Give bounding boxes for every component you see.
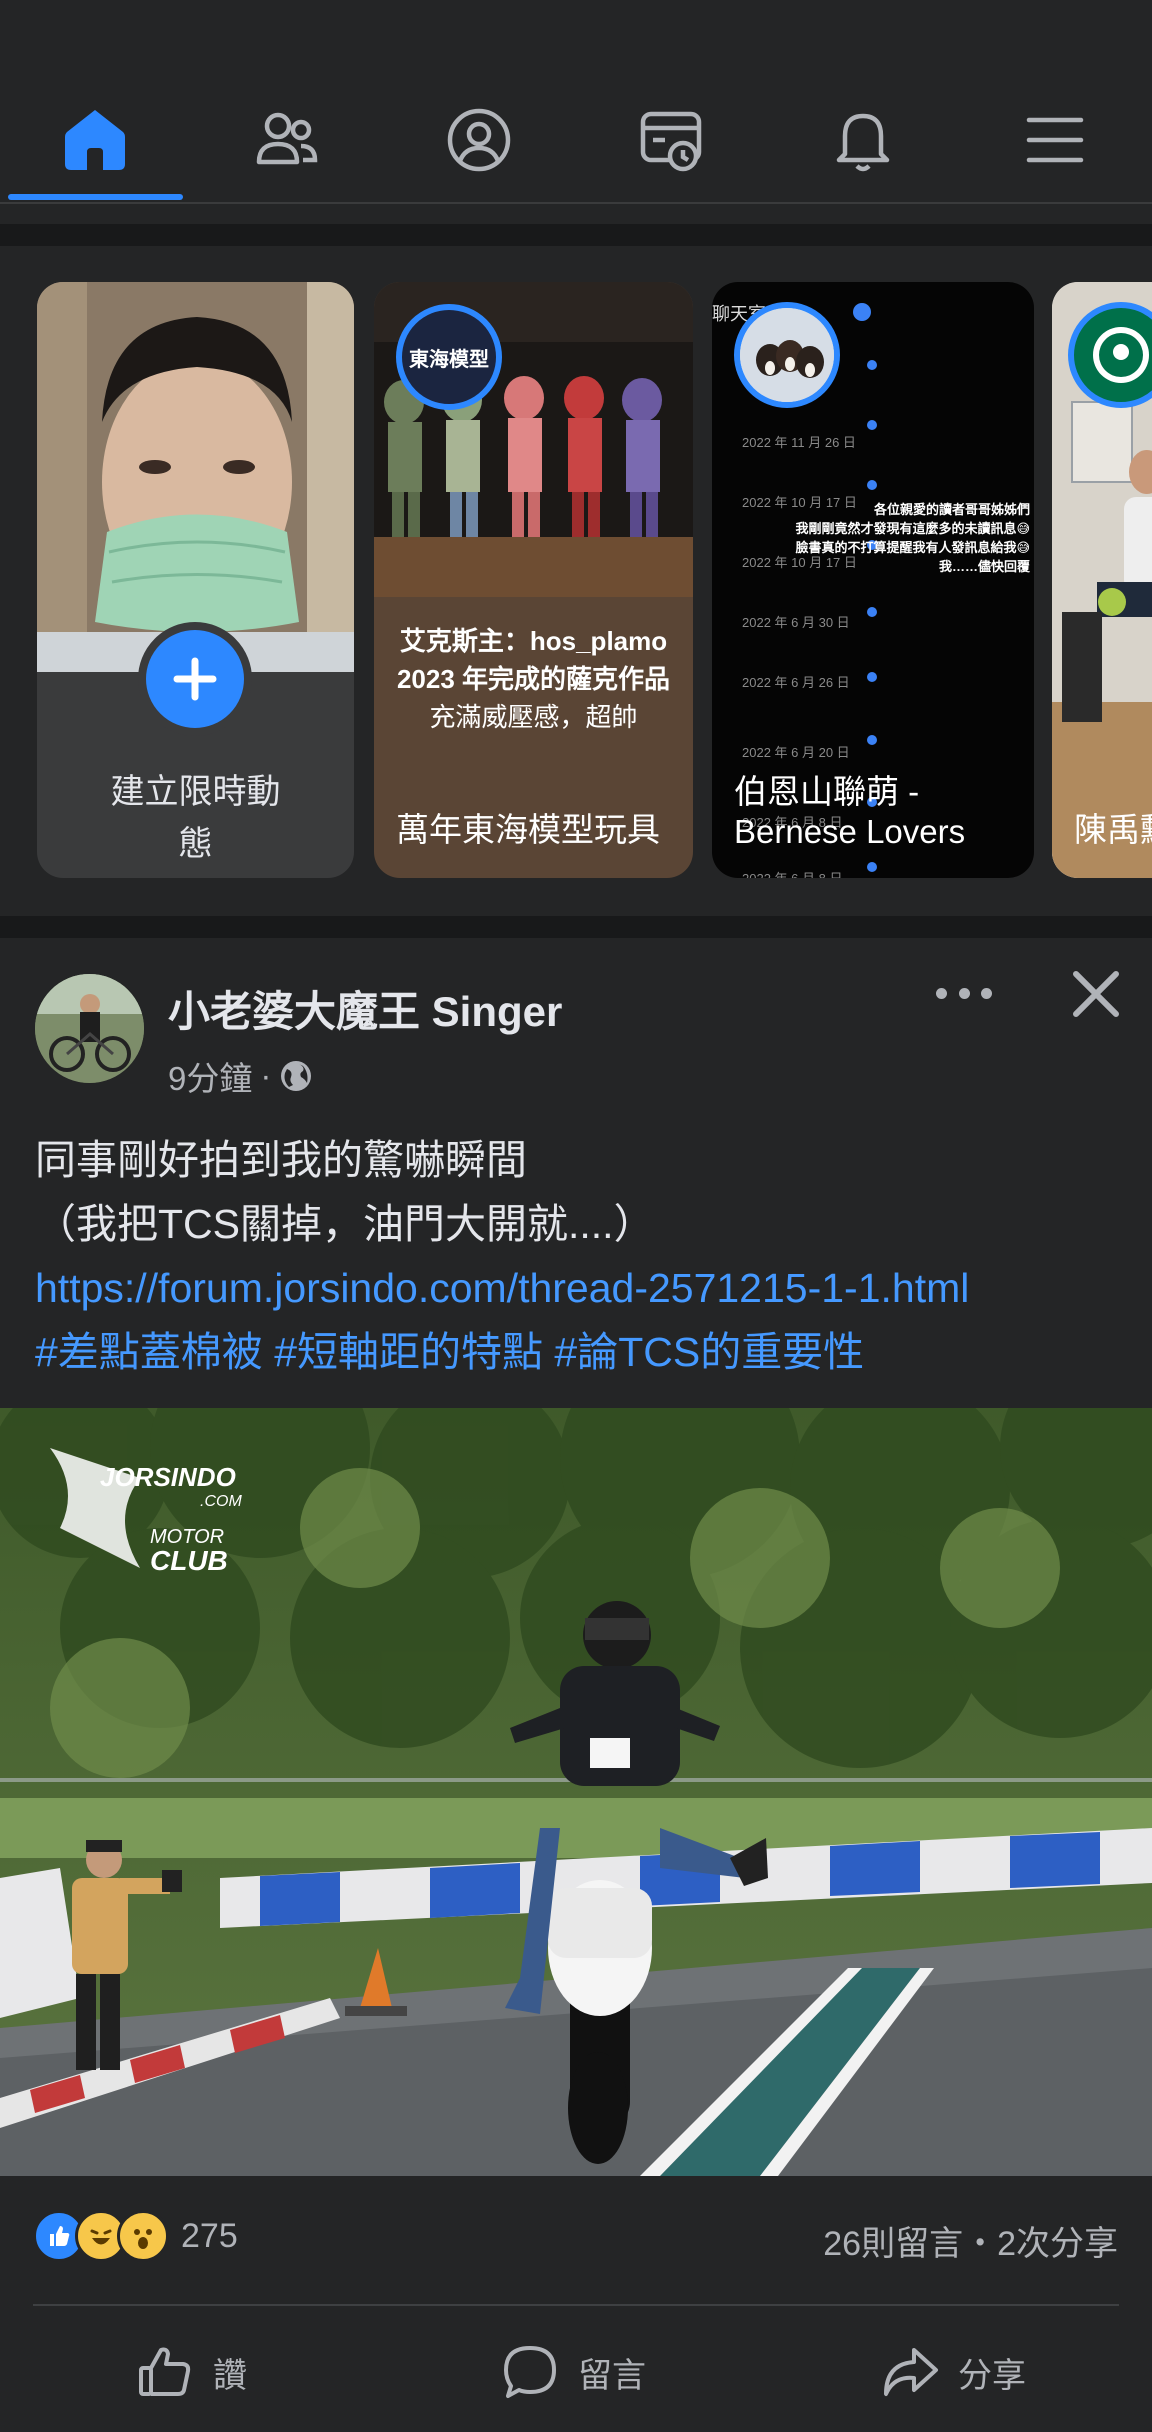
share-button[interactable]: 分享 [880,2334,1026,2410]
post-hashtags[interactable]: #差點蓋棉被 #短軸距的特點 #論TCS的重要性 [35,1320,1125,1384]
post-photo[interactable]: JORSINDO .COM MOTOR CLUB [0,1408,1152,2176]
post-text-line: 同事剛好拍到我的驚嚇瞬間 [35,1137,527,1183]
create-story-card[interactable]: 建立限時動態 [37,282,354,878]
reaction-summary[interactable]: 275 [33,2209,238,2263]
post-time[interactable]: 9分鐘 [168,1052,252,1100]
plus-icon [173,657,217,701]
user-photo [37,282,354,672]
starbucks-logo [1075,309,1152,401]
top-navigation-bar [0,0,1152,224]
dog-photo [740,308,834,402]
avatar[interactable] [35,974,144,1083]
nav-tab-profile[interactable] [434,95,524,185]
like-label: 讚 [213,2356,247,2395]
post-author-name[interactable]: 小老婆大魔王 Singer [168,978,562,1039]
nav-tab-notifications[interactable] [818,95,908,185]
svg-text:JORSINDO: JORSINDO [100,1462,236,1492]
share-label: 分享 [958,2356,1026,2395]
comment-button[interactable]: 留言 [500,2334,646,2410]
story-card[interactable]: 聊天室 2022 年 11 月 26 日 2022 年 10 月 17 日 20… [712,282,1034,878]
like-button[interactable]: 讚 [135,2334,247,2410]
comment-share-stats[interactable]: 26則留言・2次分享 [823,2216,1118,2265]
post-text-line: （我把TCS關掉，油門大開就....） [35,1201,655,1247]
story-author-name: 伯恩山聯萌 - Bernese Lovers [734,773,966,850]
add-story-button[interactable] [138,622,252,736]
create-story-label: 建立限時動態 [110,773,281,863]
thumbs-up-icon [139,2347,191,2396]
nav-tab-menu[interactable] [1010,95,1100,185]
svg-text:.COM: .COM [200,1493,242,1510]
menu-icon [1026,117,1084,163]
wow-reaction-icon [117,2210,169,2262]
feed-post: 小老婆大魔王 Singer 9分鐘 · 同事剛好拍到我的驚嚇瞬間 （我把TCS關… [0,938,1152,2432]
svg-text:CLUB: CLUB [150,1545,228,1576]
divider [33,2304,1119,2306]
post-body: 同事剛好拍到我的驚嚇瞬間 （我把TCS關掉，油門大開就....） https:/… [35,1128,1125,1384]
profile-icon [447,108,511,172]
story-avatar: 東海模型 [396,304,502,410]
meta-separator: · [260,1057,272,1094]
story-card[interactable]: 陳禹勳 [1052,282,1152,878]
story-card[interactable]: 東海模型 艾克斯主：hos_plamo 2023 年完成的薩克作品 充滿威壓感，… [374,282,693,878]
friends-icon [256,112,318,165]
nav-tab-friends[interactable] [242,95,332,185]
watch-icon [640,111,702,172]
post-link[interactable]: https://forum.jorsindo.com/thread-257121… [35,1256,1125,1320]
reaction-count: 275 [181,2216,238,2255]
dot-icon [981,987,992,999]
story-overlay-text: 各位親愛的讀者哥哥姊姊們 我剛剛竟然才發現有這麼多的未讀訊息😅 臉書真的不打算提… [795,502,1030,574]
nav-tab-home[interactable] [50,95,140,185]
bell-icon [836,113,890,172]
share-icon [884,2348,938,2396]
comment-label: 留言 [578,2356,646,2395]
more-options-button[interactable] [936,976,992,1010]
story-author-name: 陳禹勳 [1074,811,1152,848]
post-meta: 9分鐘 · [168,1052,313,1100]
story-caption: 艾克斯主：hos_plamo 2023 年完成的薩克作品 充滿威壓感，超帥 [396,626,671,732]
globe-icon [281,1061,312,1091]
home-icon [65,110,125,170]
comment-icon [504,2346,556,2398]
story-avatar [734,302,840,408]
close-icon[interactable] [1070,968,1122,1020]
stories-tray: 建立限時動態 東海模型 艾克斯主：hos_plamo 2023 年完成的薩克作品… [0,246,1152,916]
dot-icon [958,987,970,999]
active-tab-indicator [8,194,183,200]
divider [0,202,1152,204]
dot-icon [936,987,947,999]
nav-tab-watch[interactable] [626,95,716,185]
story-author-name: 萬年東海模型玩具 [396,811,660,848]
